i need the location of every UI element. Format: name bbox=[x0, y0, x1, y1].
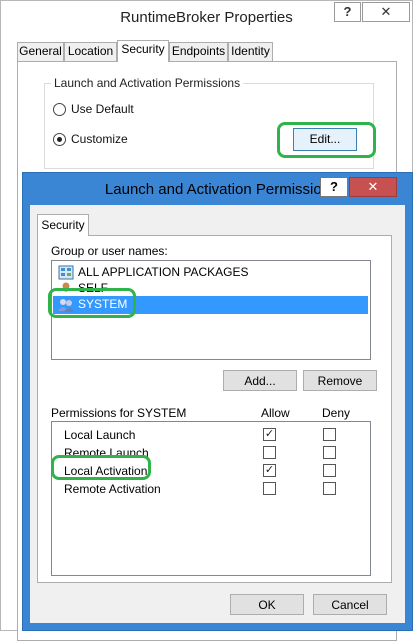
user-icon bbox=[58, 281, 74, 292]
local-launch-deny-checkbox[interactable] bbox=[323, 428, 336, 441]
local-launch-allow-checkbox[interactable]: ✓ bbox=[263, 428, 276, 441]
launch-permissions-legend: Launch and Activation Permissions bbox=[51, 76, 244, 90]
dialog-security-panel: Group or user names: ALL APPLICATION PAC… bbox=[37, 235, 392, 583]
ok-button-label: OK bbox=[258, 598, 276, 612]
tab-general[interactable]: General bbox=[17, 42, 64, 61]
tab-endpoints[interactable]: Endpoints bbox=[169, 42, 228, 61]
permission-remote-launch: Remote Launch bbox=[64, 446, 149, 460]
tab-location[interactable]: Location bbox=[64, 42, 117, 61]
permission-local-launch: Local Launch bbox=[64, 428, 136, 442]
users-group-icon bbox=[58, 297, 74, 312]
user-name-text: SYSTEM bbox=[76, 297, 130, 311]
permission-local-activation: Local Activation bbox=[64, 464, 148, 478]
permissions-for-label: Permissions for SYSTEM bbox=[51, 406, 187, 420]
remote-activation-deny-checkbox[interactable] bbox=[323, 482, 336, 495]
launch-permissions-group: Launch and Activation Permissions Use De… bbox=[44, 76, 374, 169]
dialog-close-button[interactable]: ✕ bbox=[349, 177, 397, 197]
add-button-label: Add... bbox=[244, 374, 276, 388]
add-button[interactable]: Add... bbox=[223, 370, 297, 391]
remote-activation-allow-checkbox[interactable] bbox=[263, 482, 276, 495]
use-default-radio-circle[interactable] bbox=[53, 103, 66, 116]
allow-column-header: Allow bbox=[261, 406, 290, 420]
group-user-names-label: Group or user names: bbox=[51, 244, 168, 258]
app-packages-icon bbox=[58, 265, 74, 280]
remote-launch-allow-checkbox[interactable] bbox=[263, 446, 276, 459]
local-activation-allow-checkbox[interactable]: ✓ bbox=[263, 464, 276, 477]
list-item-all-application-packages[interactable]: ALL APPLICATION PACKAGES bbox=[53, 264, 368, 281]
deny-column-header: Deny bbox=[322, 406, 351, 420]
local-activation-deny-checkbox[interactable] bbox=[323, 464, 336, 477]
list-item-system[interactable]: SYSTEM bbox=[53, 296, 368, 314]
launch-activation-permission-dialog: Launch and Activation Permission ? ✕ Sec… bbox=[22, 172, 413, 631]
outer-close-button[interactable]: ✕ bbox=[362, 2, 410, 22]
outer-help-button[interactable]: ? bbox=[334, 2, 361, 22]
dialog-tab-security[interactable]: Security bbox=[37, 214, 89, 236]
user-name-text: ALL APPLICATION PACKAGES bbox=[78, 265, 249, 279]
edit-button[interactable]: Edit... bbox=[293, 128, 357, 151]
dialog-help-button[interactable]: ? bbox=[320, 177, 348, 197]
dialog-body: Security Group or user names: ALL APPLIC… bbox=[30, 205, 405, 623]
use-default-radio[interactable]: Use Default bbox=[53, 102, 163, 118]
use-default-label: Use Default bbox=[71, 102, 134, 116]
customize-radio-circle[interactable] bbox=[53, 133, 66, 146]
user-name-text: SELF bbox=[78, 281, 109, 292]
cancel-button-label: Cancel bbox=[331, 598, 369, 612]
permissions-list: Local Launch ✓ Remote Launch Local Activ… bbox=[51, 421, 371, 576]
customize-label: Customize bbox=[71, 132, 128, 146]
cancel-button[interactable]: Cancel bbox=[313, 594, 387, 615]
user-names-list[interactable]: ALL APPLICATION PACKAGES SELF SYSTEM bbox=[51, 260, 371, 360]
remove-button[interactable]: Remove bbox=[303, 370, 377, 391]
outer-title-bar[interactable]: RuntimeBroker Properties ? ✕ bbox=[1, 1, 412, 34]
remove-button-label: Remove bbox=[317, 374, 363, 388]
list-item-self[interactable]: SELF bbox=[53, 280, 368, 292]
dialog-title-bar[interactable]: Launch and Activation Permission ? ✕ bbox=[23, 173, 412, 205]
tab-identity[interactable]: Identity bbox=[228, 42, 273, 61]
remote-launch-deny-checkbox[interactable] bbox=[323, 446, 336, 459]
ok-button[interactable]: OK bbox=[230, 594, 304, 615]
permission-remote-activation: Remote Activation bbox=[64, 482, 161, 496]
customize-radio[interactable]: Customize bbox=[53, 132, 163, 148]
tab-security[interactable]: Security bbox=[117, 40, 169, 62]
